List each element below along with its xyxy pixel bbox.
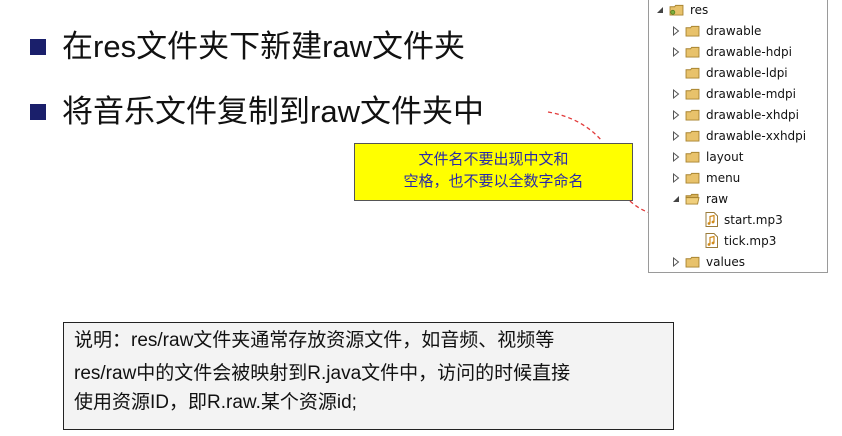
tree-item-drawable-xhdpi[interactable]: drawable-xhdpi xyxy=(671,104,799,125)
collapsed-arrow-icon[interactable] xyxy=(671,151,681,163)
tree-item-drawable-ldpi[interactable]: drawable-ldpi xyxy=(671,62,788,83)
tree-item-raw[interactable]: raw xyxy=(671,188,728,209)
audio-file-icon xyxy=(705,212,718,227)
tree-item-drawable-hdpi[interactable]: drawable-hdpi xyxy=(671,41,792,62)
folder-open-icon xyxy=(685,193,700,205)
naming-rule-callout: 文件名不要出现中文和 空格，也不要以全数字命名 xyxy=(354,143,633,201)
tree-item-drawable-mdpi[interactable]: drawable-mdpi xyxy=(671,83,796,104)
callout-line-2: 空格，也不要以全数字命名 xyxy=(403,173,584,190)
folder-icon xyxy=(685,46,700,58)
folder-icon xyxy=(685,256,700,268)
note-line-1: 说明：res/raw文件夹通常存放资源文件，如音频、视频等 xyxy=(74,330,555,351)
tree-item-layout[interactable]: layout xyxy=(671,146,743,167)
tree-item-label: drawable-xxhdpi xyxy=(706,128,807,143)
tree-item-label: drawable-xhdpi xyxy=(706,107,800,122)
collapsed-arrow-icon[interactable] xyxy=(671,88,681,100)
note-line-3: 使用资源ID，即R.raw.某个资源id; xyxy=(74,392,357,413)
bullet-text: 将音乐文件复制到raw文件夹中 xyxy=(62,94,484,129)
tree-item-label: drawable-mdpi xyxy=(706,86,796,101)
collapsed-arrow-icon[interactable] xyxy=(671,130,681,142)
audio-file-icon xyxy=(705,233,718,248)
tree-file-tick-mp3[interactable]: tick.mp3 xyxy=(705,230,776,251)
tree-item-drawable[interactable]: drawable xyxy=(671,20,761,41)
tree-item-label: raw xyxy=(706,191,729,206)
folder-icon xyxy=(685,130,700,142)
tree-item-label: res xyxy=(690,2,709,17)
collapsed-arrow-icon[interactable] xyxy=(671,109,681,121)
folder-icon xyxy=(685,25,700,37)
tree-item-label: drawable xyxy=(706,23,762,38)
folder-icon xyxy=(685,88,700,100)
collapsed-arrow-icon[interactable] xyxy=(671,256,681,268)
bullet-square-icon xyxy=(30,39,46,55)
tree-file-start-mp3[interactable]: start.mp3 xyxy=(705,209,783,230)
tree-item-drawable-xxhdpi[interactable]: drawable-xxhdpi xyxy=(671,125,806,146)
tree-item-values[interactable]: values xyxy=(671,251,745,272)
tree-item-label: values xyxy=(706,254,746,269)
callout-line-1: 文件名不要出现中文和 xyxy=(418,151,569,168)
tree-item-label: start.mp3 xyxy=(724,212,783,227)
bullet-square-icon xyxy=(30,104,46,120)
folder-icon xyxy=(685,67,700,79)
description-note: 说明：res/raw文件夹通常存放资源文件，如音频、视频等 res/raw中的文… xyxy=(63,322,674,430)
expanded-arrow-icon[interactable] xyxy=(671,193,681,205)
collapsed-arrow-icon[interactable] xyxy=(671,172,681,184)
folder-icon xyxy=(685,151,700,163)
tree-item-label: drawable-ldpi xyxy=(706,65,788,80)
note-line-2: res/raw中的文件会被映射到R.java文件中，访问的时候直接 xyxy=(74,363,571,384)
tree-item-menu[interactable]: menu xyxy=(671,167,740,188)
folder-icon xyxy=(685,109,700,121)
bullet-item-copy-music: 将音乐文件复制到raw文件夹中 xyxy=(30,92,484,132)
bullet-item-create-raw: 在res文件夹下新建raw文件夹 xyxy=(30,27,465,67)
resource-folder-icon xyxy=(669,4,684,16)
tree-item-res[interactable]: res xyxy=(655,0,708,20)
bullet-text: 在res文件夹下新建raw文件夹 xyxy=(62,29,466,64)
tree-item-label: drawable-hdpi xyxy=(706,44,792,59)
tree-item-label: layout xyxy=(706,149,744,164)
collapsed-arrow-icon[interactable] xyxy=(671,46,681,58)
tree-item-label: menu xyxy=(706,170,741,185)
tree-item-label: tick.mp3 xyxy=(724,233,777,248)
res-folder-tree: res drawable drawable-hdpi drawable-ldpi… xyxy=(648,0,828,273)
folder-icon xyxy=(685,172,700,184)
collapsed-arrow-icon[interactable] xyxy=(671,25,681,37)
arrow-to-callout xyxy=(547,111,603,142)
expanded-arrow-icon[interactable] xyxy=(655,4,665,16)
